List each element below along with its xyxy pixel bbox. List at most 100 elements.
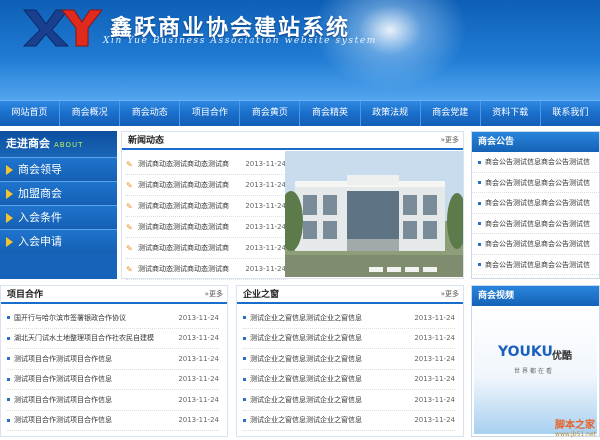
enterprise-text: 测试企业之窗信息测试企业之窗信息: [250, 416, 362, 425]
bullet-icon: [7, 316, 10, 320]
nav-yellowpages[interactable]: 商会黄页: [240, 101, 301, 126]
notice-text: 商会公告测试信息商会公告测试信: [485, 260, 590, 269]
nav-news[interactable]: 商会动态: [120, 101, 181, 126]
site-subtitle: Xin Yue Business Association website sys…: [103, 36, 377, 46]
list-item[interactable]: 测试企业之窗信息测试企业之窗信息 2013-11-24: [243, 411, 455, 431]
xy-logo[interactable]: [22, 8, 102, 48]
sidebar-item-conditions[interactable]: 入会条件: [0, 205, 117, 229]
enterprise-more-link[interactable]: »更多: [441, 289, 459, 299]
nav-policy[interactable]: 政策法规: [361, 101, 421, 126]
project-text: 国开行与哈尔滨市签署银政合作协议: [14, 313, 126, 322]
list-item[interactable]: 测试项目合作测试项目合作信息 2013-11-24: [7, 411, 219, 431]
list-item[interactable]: 商会公告测试信息商会公告测试信: [472, 214, 599, 234]
nav-projects[interactable]: 项目合作: [180, 101, 241, 126]
bullet-icon: [243, 316, 246, 320]
nav-downloads[interactable]: 资料下载: [481, 101, 541, 126]
notice-text: 商会公告测试信息商会公告测试信: [485, 178, 590, 187]
list-item[interactable]: 测试项目合作测试项目合作信息 2013-11-24: [7, 349, 219, 370]
news-more-link[interactable]: »更多: [441, 135, 459, 145]
sidebar-item-label: 入会申请: [18, 234, 62, 248]
list-item[interactable]: 测试企业之窗信息测试企业之窗信息 2013-11-24: [243, 329, 455, 349]
youku-logo-cn: 优酷: [552, 351, 572, 362]
nav-contact[interactable]: 联系我们: [541, 101, 600, 126]
arrow-icon: [6, 236, 13, 247]
list-item[interactable]: ✎ 测试商动态测试商动态测试商 2013-11-24: [126, 154, 286, 175]
news-text: 测试商动态测试商动态测试商: [138, 160, 229, 168]
youku-logo: YOUKU: [498, 344, 553, 360]
site-watermark: 脚本之家 www.jb51.net: [555, 416, 596, 438]
news-date: 2013-11-24: [245, 265, 286, 273]
news-date: 2013-11-24: [245, 202, 286, 210]
project-text: 测试项目合作测试项目合作信息: [14, 354, 112, 363]
sidebar-item-leaders[interactable]: 商会领导: [0, 157, 117, 181]
arrow-icon: [6, 188, 13, 199]
list-item[interactable]: 测试企业之窗信息测试企业之窗信息 2013-11-24: [243, 349, 455, 370]
enterprise-panel: 企业之窗 »更多 测试企业之窗信息测试企业之窗信息 2013-11-24 测试企业…: [236, 285, 464, 437]
bullet-icon: [478, 263, 481, 266]
enterprise-date: 2013-11-24: [414, 375, 455, 384]
news-date: 2013-11-24: [245, 223, 286, 231]
list-item[interactable]: 测试企业之窗信息测试企业之窗信息 2013-11-24: [243, 308, 455, 329]
site-header: 鑫跃商业协会建站系统 Xin Yue Business Association …: [0, 0, 600, 100]
notice-text: 商会公告测试信息商会公告测试信: [485, 199, 590, 207]
list-item[interactable]: 商会公告测试信息商会公告测试信: [472, 255, 599, 275]
enterprise-text: 测试企业之窗信息测试企业之窗信息: [250, 313, 362, 322]
nav-home[interactable]: 网站首页: [0, 101, 61, 126]
news-list: ✎ 测试商动态测试商动态测试商 2013-11-24 ✎ 测试商动态测试商动态测试商 2…: [126, 154, 286, 280]
enterprise-text: 测试企业之窗信息测试企业之窗信息: [250, 395, 362, 404]
list-item[interactable]: 商会公告测试信息商会公告测试信: [472, 193, 599, 214]
list-item[interactable]: ✎ 测试商动态测试商动态测试商 2013-11-24: [126, 175, 286, 196]
youku-slogan: 世界都在看: [514, 368, 555, 375]
list-item[interactable]: 商会公告测试信息商会公告测试信: [472, 173, 599, 193]
list-item[interactable]: 湖北天门试水土地整理项目合作社农民自建模 2013-11-24: [7, 329, 219, 349]
about-sidebar: 走进商会 ABOUT 商会领导 加盟商会 入会条件 入会申请: [0, 131, 117, 279]
video-title: 商会视频: [472, 286, 599, 306]
bullet-icon: [478, 222, 481, 225]
sidebar-item-label: 入会条件: [18, 210, 62, 224]
sidebar-item-join[interactable]: 加盟商会: [0, 181, 117, 205]
list-item[interactable]: 测试项目合作测试项目合作信息 2013-11-24: [7, 390, 219, 411]
news-date: 2013-11-24: [245, 181, 286, 189]
enterprise-date: 2013-11-24: [414, 334, 455, 343]
project-text: 测试项目合作测试项目合作信息: [14, 375, 112, 384]
news-photo[interactable]: [285, 151, 463, 277]
enterprise-date: 2013-11-24: [414, 313, 455, 322]
building-photo-image: [285, 151, 463, 277]
doc-icon: ✎: [126, 201, 133, 211]
doc-icon: ✎: [126, 180, 133, 190]
sidebar-title-en: ABOUT: [54, 141, 84, 149]
notice-title: 商会公告: [472, 132, 599, 152]
list-item[interactable]: 测试项目合作测试项目合作信息 2013-11-24: [7, 370, 219, 390]
projects-more-link[interactable]: »更多: [205, 289, 223, 299]
list-item[interactable]: ✎ 测试商动态测试商动态测试商 2013-11-24: [126, 259, 286, 280]
enterprise-date: 2013-11-24: [414, 395, 455, 404]
nav-elite[interactable]: 商会精英: [300, 101, 361, 126]
bullet-icon: [243, 398, 246, 402]
video-panel: 商会视频 YOUKU 优酷 世界都在看: [471, 285, 600, 437]
bullet-icon: [7, 357, 10, 361]
nav-party[interactable]: 商会党建: [421, 101, 481, 126]
notice-panel: 商会公告 商会公告测试信息商会公告测试信 商会公告测试信息商会公告测试信 商会公…: [471, 131, 600, 279]
list-item[interactable]: 测试企业之窗信息测试企业之窗信息 2013-11-24: [243, 370, 455, 390]
notice-text: 商会公告测试信息商会公告测试信: [485, 219, 590, 228]
bullet-icon: [7, 377, 10, 381]
list-item[interactable]: ✎ 测试商动态测试商动态测试商 2013-11-24: [126, 196, 286, 217]
list-item[interactable]: 商会公告测试信息商会公告测试信: [472, 234, 599, 255]
enterprise-list: 测试企业之窗信息测试企业之窗信息 2013-11-24 测试企业之窗信息测试企业之…: [243, 308, 455, 431]
sidebar-item-apply[interactable]: 入会申请: [0, 229, 117, 253]
nav-overview[interactable]: 商会概况: [60, 101, 121, 126]
list-item[interactable]: 商会公告测试信息商会公告测试信: [472, 152, 599, 173]
list-item[interactable]: 测试企业之窗信息测试企业之窗信息 2013-11-24: [243, 390, 455, 411]
bullet-icon: [7, 418, 10, 422]
list-item[interactable]: ✎ 测试商动态测试商动态测试商 2013-11-24: [126, 217, 286, 238]
sidebar-header: 走进商会 ABOUT: [0, 131, 117, 157]
list-item[interactable]: 国开行与哈尔滨市签署银政合作协议 2013-11-24: [7, 308, 219, 329]
enterprise-title: 企业之窗: [243, 290, 280, 300]
news-text: 测试商动态测试商动态测试商: [138, 244, 229, 252]
sidebar-item-label: 商会领导: [18, 162, 62, 176]
bullet-icon: [243, 336, 246, 340]
list-item[interactable]: ✎ 测试商动态测试商动态测试商 2013-11-24: [126, 238, 286, 259]
project-date: 2013-11-24: [178, 354, 219, 363]
notice-text: 商会公告测试信息商会公告测试信: [485, 158, 590, 166]
bullet-icon: [7, 336, 10, 340]
